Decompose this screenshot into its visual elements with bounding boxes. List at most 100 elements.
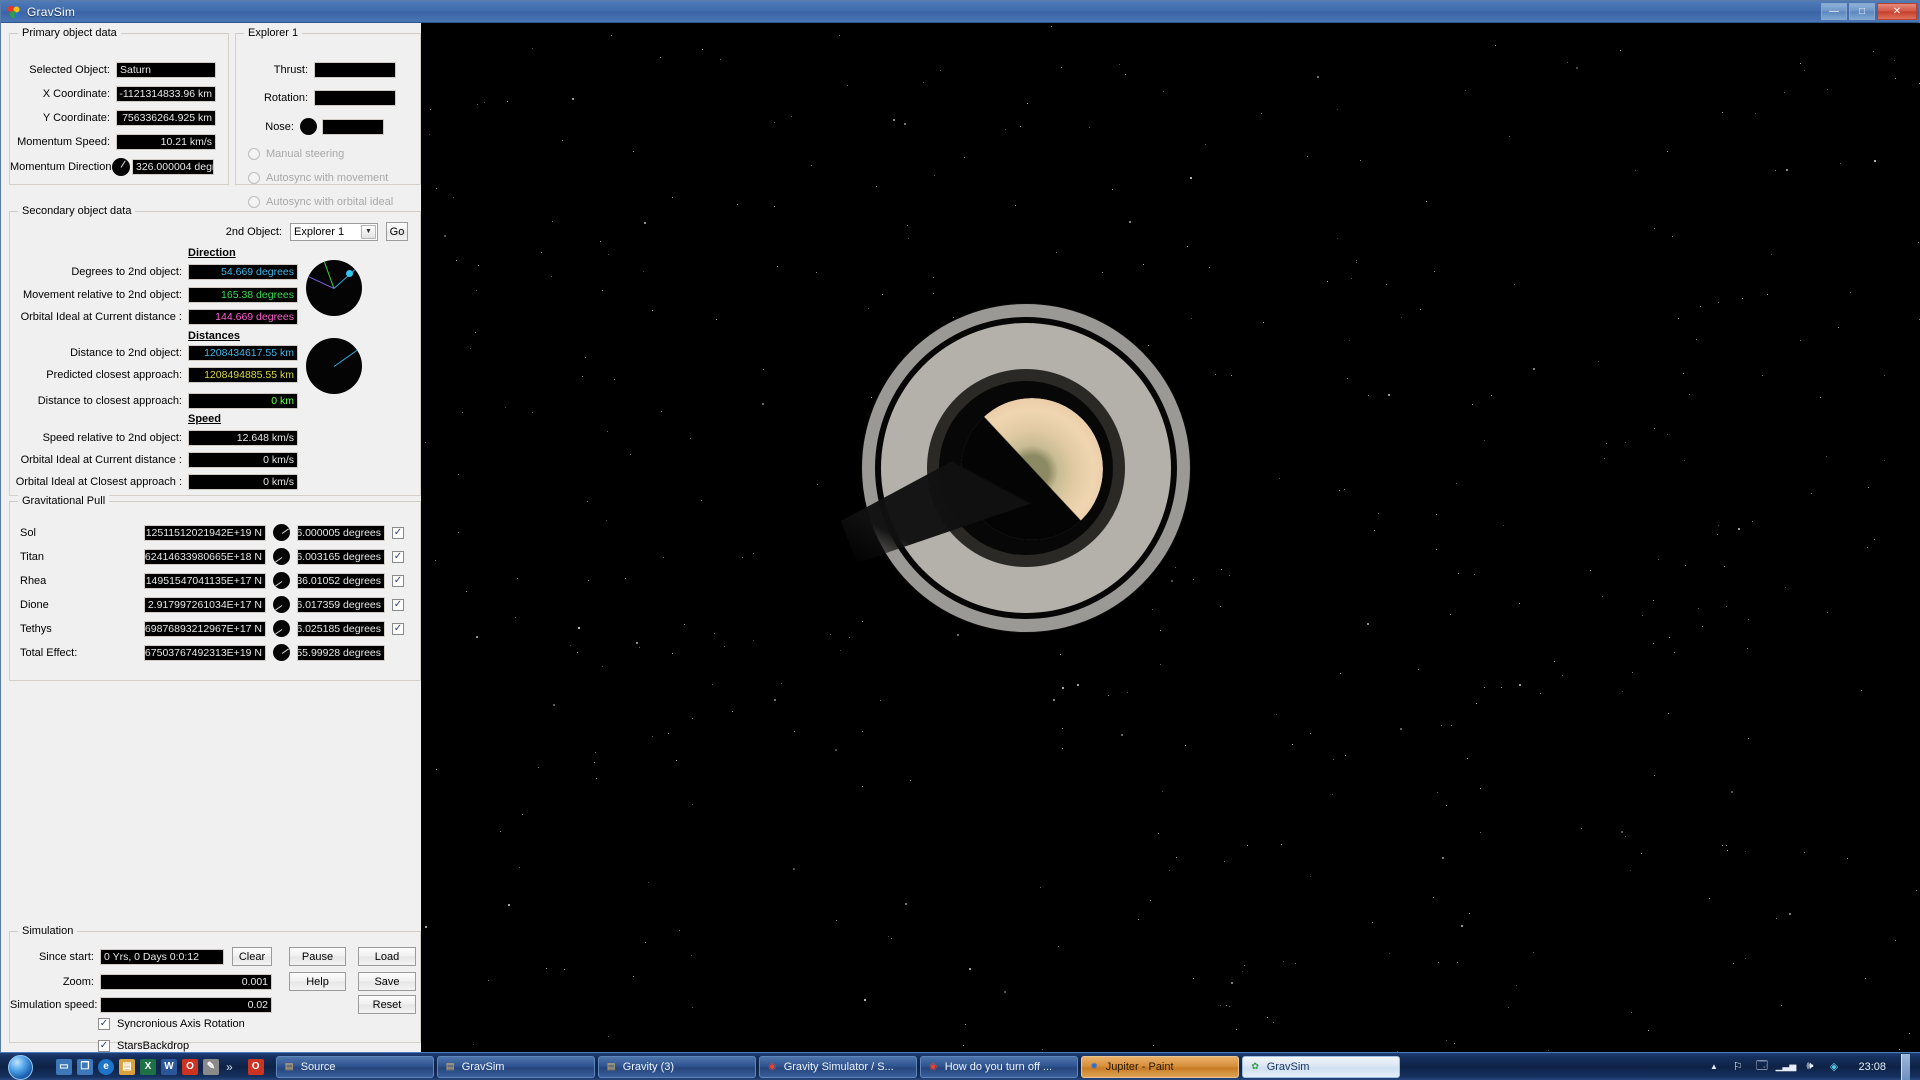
star <box>774 122 775 123</box>
switch-windows-icon[interactable]: ❐ <box>77 1058 93 1075</box>
star <box>816 272 817 273</box>
gravity-enable-checkbox[interactable]: ✓ <box>392 526 404 539</box>
opera-icon[interactable]: O <box>182 1058 198 1075</box>
star <box>1433 897 1434 898</box>
excel-icon[interactable]: X <box>140 1058 156 1075</box>
gravity-force-field[interactable]: 4.12511512021942E+19 N <box>144 524 266 541</box>
stars-backdrop-checkbox[interactable]: ✓ <box>98 1040 110 1052</box>
signal-bars-icon[interactable]: ▁▃▅ <box>1776 1059 1797 1074</box>
taskbar-item-source[interactable]: ▤ Source <box>275 1055 434 1078</box>
volume-icon[interactable]: 🕪 <box>1802 1059 1817 1074</box>
gravity-force-field[interactable]: 2.69876893212967E+17 N <box>144 620 266 637</box>
gravity-force-field[interactable]: 3.62414633980665E+18 N <box>144 548 266 565</box>
star <box>1263 322 1264 323</box>
distance-closest-approach-field[interactable]: 0 km <box>188 393 298 409</box>
rotation-field[interactable] <box>314 90 396 106</box>
show-desktop-button[interactable] <box>1901 1053 1910 1080</box>
gravity-degrees-field[interactable]: 56.000005 degrees <box>297 524 385 541</box>
gravity-enable-checkbox[interactable]: ✓ <box>392 622 404 635</box>
internet-explorer-icon[interactable]: e <box>98 1058 114 1075</box>
gravity-degrees-field[interactable]: 236.025185 degrees <box>297 620 385 637</box>
star <box>1426 201 1427 202</box>
window-titlebar[interactable]: GravSim — □ ✕ <box>1 1 1919 23</box>
action-center-icon[interactable]: 🗔 <box>1754 1059 1769 1074</box>
simulation-viewport[interactable] <box>421 23 1920 1053</box>
star <box>679 930 680 931</box>
orbital-ideal-current-speed-field[interactable]: 0 km/s <box>188 452 298 468</box>
saturn-object[interactable] <box>841 303 1191 633</box>
explorer-folder-icon[interactable]: ▤ <box>119 1058 135 1075</box>
show-desktop-icon[interactable]: ▭ <box>56 1058 72 1075</box>
star <box>1840 163 1841 164</box>
movement-relative-field[interactable]: 165.38 degrees <box>188 287 298 303</box>
distance-to-2nd-field[interactable]: 1208434617.55 km <box>188 345 298 361</box>
gravity-force-field[interactable]: 3.14951547041135E+17 N <box>144 572 266 589</box>
y-coordinate-field[interactable]: 756336264.925 km <box>116 110 216 126</box>
gravity-total-force-field[interactable]: 3.67503767492313E+19 N <box>144 644 266 661</box>
predicted-closest-approach-field[interactable]: 1208494885.55 km <box>188 367 298 383</box>
since-start-field[interactable]: 0 Yrs, 0 Days 0:0:12 <box>100 948 224 965</box>
quicklaunch-overflow-icon[interactable]: » <box>226 1060 233 1074</box>
orbital-ideal-current-dir-field[interactable]: 144.669 degrees <box>188 309 298 325</box>
momentum-speed-field[interactable]: 10.21 km/s <box>116 134 216 150</box>
autosync-orbital-radio[interactable] <box>248 196 260 208</box>
taskbar-item-gravity3[interactable]: ▤ Gravity (3) <box>597 1055 756 1078</box>
star <box>840 650 841 651</box>
degrees-to-2nd-field[interactable]: 54.669 degrees <box>188 264 298 280</box>
x-coordinate-field[interactable]: -1121314833.96 km <box>116 86 216 102</box>
star <box>1631 1012 1632 1013</box>
taskbar-item-gravsim-app[interactable]: ✿ GravSim <box>1241 1055 1400 1078</box>
pause-button[interactable]: Pause <box>289 947 346 966</box>
start-button[interactable] <box>2 1054 48 1080</box>
direction-section-header: Direction <box>188 247 236 259</box>
momentum-direction-label: Momentum Direction: <box>10 161 115 173</box>
gravity-degrees-field[interactable]: 236.017359 degrees <box>297 596 385 613</box>
word-icon[interactable]: W <box>161 1058 177 1075</box>
go-button[interactable]: Go <box>386 222 408 241</box>
dropbox-icon[interactable]: ◈ <box>1826 1059 1841 1074</box>
orbital-ideal-closest-speed-field[interactable]: 0 km/s <box>188 474 298 490</box>
autosync-movement-radio[interactable] <box>248 172 260 184</box>
manual-steering-radio[interactable] <box>248 148 260 160</box>
second-object-select[interactable]: Explorer 1 ▼ <box>290 222 378 241</box>
minimize-button[interactable]: — <box>1821 3 1847 20</box>
gravity-total-degrees-field[interactable]: 55.99928 degrees <box>297 644 385 661</box>
simulation-speed-field[interactable]: 0.02 <box>100 996 272 1013</box>
paint-icon[interactable]: ✎ <box>203 1058 219 1075</box>
star <box>1226 1005 1227 1006</box>
star <box>1899 1049 1900 1050</box>
selected-object-field[interactable]: Saturn <box>116 62 216 78</box>
network-error-icon[interactable]: ⚐ <box>1730 1059 1745 1074</box>
zoom-field[interactable]: 0.001 <box>100 973 272 990</box>
taskbar-item-jupiter-paint[interactable]: ✹ Jupiter - Paint <box>1080 1055 1239 1078</box>
clear-button[interactable]: Clear <box>232 947 272 966</box>
show-hidden-icons-arrow[interactable]: ▲ <box>1706 1059 1721 1074</box>
thrust-field[interactable] <box>314 62 396 78</box>
momentum-direction-field[interactable]: 326.000004 degrees <box>132 159 214 175</box>
reset-button[interactable]: Reset <box>358 995 416 1014</box>
clock[interactable]: 23:08 <box>1858 1061 1886 1073</box>
gravity-enable-checkbox[interactable]: ✓ <box>392 574 404 587</box>
close-button[interactable]: ✕ <box>1877 3 1917 20</box>
opera-icon-2[interactable]: O <box>247 1058 264 1075</box>
help-button[interactable]: Help <box>289 972 346 991</box>
save-button[interactable]: Save <box>358 972 416 991</box>
gravity-degrees-field[interactable]: 236.003165 degrees <box>297 548 385 565</box>
gravity-force-field[interactable]: 2.917997261034E+17 N <box>144 596 266 613</box>
gravity-enable-checkbox[interactable]: ✓ <box>392 598 404 611</box>
taskbar-item-how-do-you-turn-off[interactable]: ◉ How do you turn off ... <box>919 1055 1078 1078</box>
star <box>1622 691 1623 692</box>
chevron-down-icon[interactable]: ▼ <box>361 224 376 239</box>
gravity-enable-checkbox[interactable]: ✓ <box>392 550 404 563</box>
taskbar-item-gravity-simulator[interactable]: ◉ Gravity Simulator / S... <box>758 1055 917 1078</box>
taskbar-item-gravsim-folder[interactable]: ▤ GravSim <box>436 1055 595 1078</box>
sync-axis-rotation-checkbox[interactable]: ✓ <box>98 1018 110 1030</box>
nose-field[interactable] <box>322 118 384 135</box>
speed-relative-field[interactable]: 12.648 km/s <box>188 430 298 446</box>
gravity-degrees-field[interactable]: 236.01052 degrees <box>297 572 385 589</box>
star <box>1062 728 1063 729</box>
maximize-button[interactable]: □ <box>1849 3 1875 20</box>
star <box>538 767 539 768</box>
star <box>1040 887 1041 888</box>
load-button[interactable]: Load <box>358 947 416 966</box>
